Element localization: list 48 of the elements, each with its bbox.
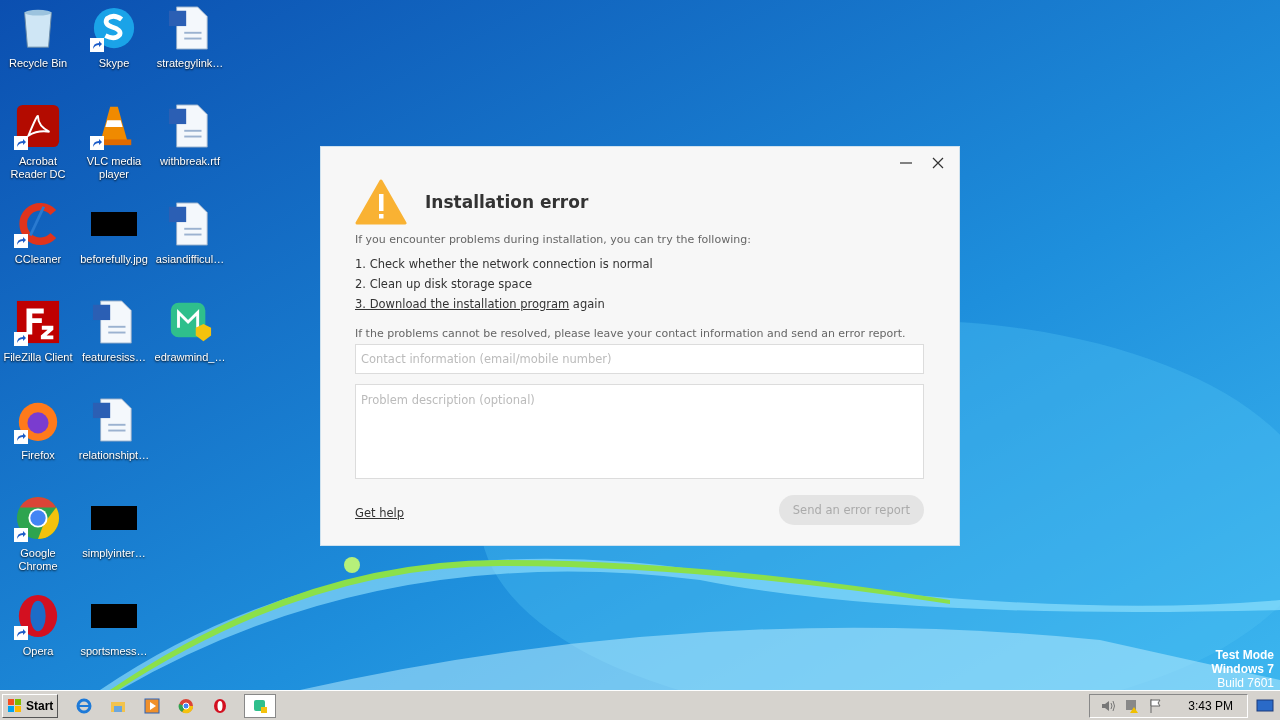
description-field[interactable]: Problem description (optional)	[355, 384, 924, 479]
close-icon[interactable]	[932, 157, 944, 169]
desktop-icon-label[interactable]: Acrobat Reader DC	[0, 155, 76, 181]
image-thumbnail-icon[interactable]	[91, 604, 137, 628]
desktop-icon-label[interactable]: beforefully.jpg	[76, 253, 152, 266]
desktop-icon-label[interactable]: FileZilla Client	[0, 351, 76, 364]
image-thumbnail-icon[interactable]	[91, 212, 137, 236]
note-text: If the problems cannot be resolved, please leave your contact information and send an error report.	[355, 327, 907, 340]
desktop-icon-label[interactable]: featuresiss…	[76, 351, 152, 364]
desktop-icon-label[interactable]: CCleaner	[0, 253, 76, 266]
contact-field[interactable]: Contact information (email/mobile number)	[355, 344, 924, 374]
clock[interactable]: 3:43 PM	[1188, 698, 1233, 713]
help-link[interactable]: Get help	[355, 506, 404, 520]
show-desktop-icon[interactable]	[1256, 697, 1274, 714]
desktop-icon-label[interactable]: sportsmess…	[76, 645, 152, 658]
chrome-icon	[178, 697, 195, 714]
desktop-icon-label[interactable]: Opera	[0, 645, 76, 658]
taskbar-app-button[interactable]	[244, 693, 277, 718]
media-player-icon	[144, 697, 161, 714]
test-mode-text: Build 7601	[1217, 676, 1274, 690]
desktop-icon-label[interactable]: edrawmind_…	[152, 351, 228, 364]
test-mode-text: Windows 7	[1211, 662, 1274, 676]
desktop-icon-label[interactable]: withbreak.rtf	[152, 155, 228, 168]
image-thumbnail-icon[interactable]	[91, 506, 137, 530]
desktop-icon-label[interactable]: Google Chrome	[0, 547, 76, 573]
skype-icon[interactable]	[91, 5, 137, 51]
desktop-icon-label[interactable]: asiandifficul…	[152, 253, 228, 266]
test-mode-text: Test Mode	[1215, 648, 1274, 662]
desktop-icon-label[interactable]: VLC media player	[76, 155, 152, 181]
intro-text: If you encounter problems during installation, you can try the following:	[355, 233, 752, 246]
download-link[interactable]: 3. Download the installation program	[355, 297, 570, 311]
edrawmind-icon	[252, 697, 269, 714]
desktop-icon-label[interactable]: simplyinter…	[76, 547, 152, 560]
chrome-icon[interactable]	[15, 495, 61, 541]
desktop-icon-label[interactable]: strategylink…	[152, 57, 228, 70]
dialog-title: Installation error	[425, 192, 589, 212]
desktop-icon-label[interactable]: Skype	[76, 57, 152, 70]
desktop-icon-label[interactable]: relationshipt…	[76, 449, 152, 462]
step-text: 2. Clean up disk storage space	[355, 277, 534, 292]
step-text: 3. Download the installation program again	[355, 297, 606, 312]
opera-icon	[212, 697, 229, 714]
start-button[interactable]: Start	[2, 693, 59, 718]
step-text: 1. Check whether the network connection is normal	[355, 257, 654, 272]
desktop-icon-label[interactable]: Firefox	[0, 449, 76, 462]
windows-logo-icon	[7, 697, 23, 714]
warning-icon	[355, 179, 407, 225]
desktop-icon-label[interactable]: Recycle Bin	[0, 57, 76, 70]
internet-explorer-icon	[76, 697, 93, 714]
